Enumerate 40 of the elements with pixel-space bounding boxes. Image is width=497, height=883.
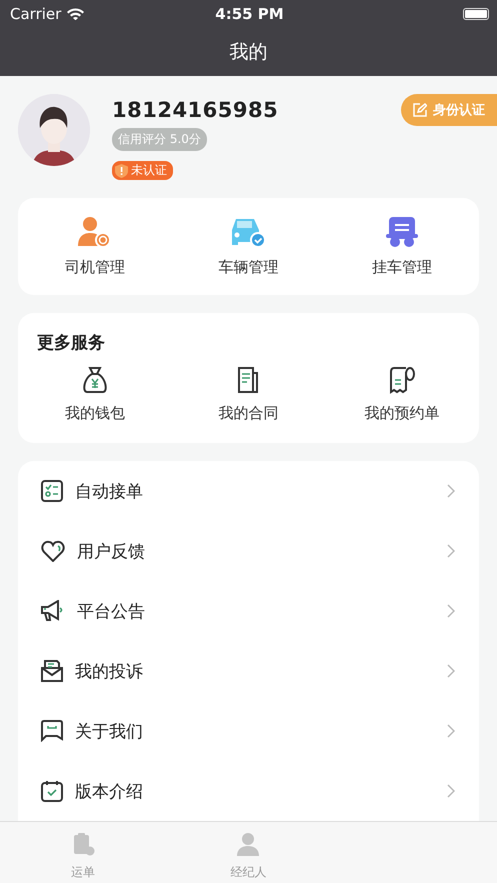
chevron-right-icon [447, 664, 455, 678]
receipt-icon [388, 366, 416, 394]
menu-item[interactable]: 用户反馈 [77, 540, 435, 562]
menu-item[interactable]: 自动接单 [75, 480, 435, 502]
wifi-icon [67, 8, 84, 20]
clock: 4:55 PM [215, 5, 284, 23]
megaphone-icon [41, 600, 65, 622]
credit-score-badge: 信用评分 5.0分 [112, 128, 207, 151]
service-label[interactable]: 我的合同 [218, 404, 278, 424]
menu-item[interactable]: 平台公告 [77, 600, 435, 622]
menu-item[interactable]: 版本介绍 [75, 780, 435, 802]
person-icon[interactable] [236, 832, 260, 856]
page-title: 我的 [230, 40, 268, 65]
edit-icon [413, 103, 427, 117]
service-label[interactable]: 我的钱包 [64, 404, 125, 424]
chevron-right-icon [447, 784, 455, 798]
chevron-right-icon [447, 484, 455, 498]
carrier-label: Carrier [10, 5, 62, 23]
message-icon [41, 720, 63, 742]
money-bag-icon [80, 366, 109, 394]
menu-item[interactable]: 关于我们 [75, 720, 435, 742]
calendar-icon [41, 780, 63, 802]
mail-icon [41, 660, 63, 682]
driver-icon [78, 216, 112, 248]
section-title: 更多服务 [36, 332, 106, 354]
trailer-icon [385, 216, 420, 248]
heart-icon [41, 540, 65, 562]
service-label[interactable]: 我的预约单 [364, 404, 440, 424]
checklist-icon [41, 480, 63, 502]
shortcut-label[interactable]: 挂车管理 [372, 258, 432, 278]
shortcut-label[interactable]: 车辆管理 [218, 258, 278, 278]
battery-icon [463, 8, 489, 20]
chevron-right-icon [447, 604, 455, 618]
shortcut-label[interactable]: 司机管理 [64, 258, 125, 278]
phone-number: 18124165985 [112, 98, 278, 122]
shield-icon [115, 164, 128, 178]
status-label: 未认证 [131, 162, 167, 179]
chevron-right-icon [447, 724, 455, 738]
menu-item[interactable]: 我的投诉 [75, 660, 435, 682]
chevron-right-icon [447, 544, 455, 558]
